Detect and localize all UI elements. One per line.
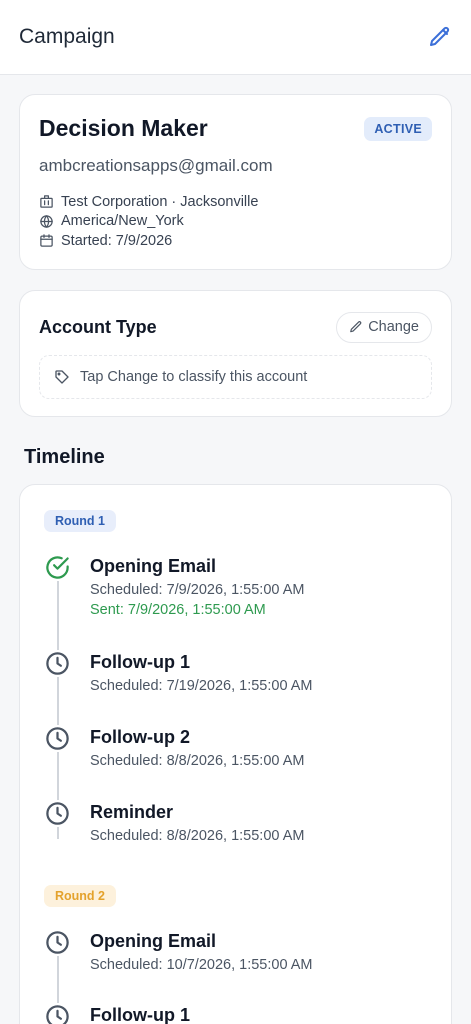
timeline-item: Follow-up 1 [44, 1003, 435, 1024]
change-account-type-button[interactable]: Change [336, 311, 432, 343]
timeline-item: Follow-up 1 Scheduled: 7/19/2026, 1:55:0… [44, 650, 435, 696]
timeline-item-title: Follow-up 1 [90, 652, 190, 672]
app-header: Campaign [0, 0, 471, 75]
company-row: Test Corporation · Jacksonville [39, 192, 432, 212]
timeline-item-title: Opening Email [90, 931, 217, 951]
timeline-item: Opening Email Scheduled: 7/9/2026, 1:55:… [44, 554, 435, 620]
timeline-item: Opening Email Scheduled: 10/7/2026, 1:55… [44, 929, 435, 975]
building-icon [40, 195, 53, 208]
clock-icon [44, 929, 71, 956]
timeline-card: Round 1 Opening Email Scheduled: 7/9/202… [19, 484, 452, 1024]
pencil-icon [350, 321, 362, 333]
timeline-item-title: Opening Email [90, 556, 217, 576]
edit-button[interactable] [427, 24, 453, 50]
timeline-title: Timeline [24, 446, 105, 468]
change-label: Change [368, 319, 419, 335]
contact-meta: Test Corporation · Jacksonville America/… [39, 192, 432, 251]
tag-icon [55, 370, 69, 384]
timezone-row: America/New_York [39, 212, 432, 232]
globe-icon [40, 215, 53, 228]
timeline-item: Follow-up 2 Scheduled: 8/8/2026, 1:55:00… [44, 725, 435, 771]
timeline-item-scheduled: Scheduled: 7/9/2026, 1:55:00 AM [90, 582, 305, 598]
timeline-item-scheduled: Scheduled: 8/8/2026, 1:55:00 AM [90, 753, 305, 769]
clock-icon [44, 650, 71, 677]
classify-placeholder: Tap Change to classify this account [39, 355, 432, 399]
timeline-item-scheduled: Scheduled: 7/19/2026, 1:55:00 AM [90, 678, 313, 694]
started-row: Started: 7/9/2026 [39, 231, 432, 251]
clock-icon [44, 800, 71, 827]
clock-icon [44, 1003, 71, 1024]
round-badge: Round 2 [44, 885, 116, 907]
contact-email: ambcreationsapps@gmail.com [39, 156, 273, 175]
clock-icon [44, 725, 71, 752]
timeline-item-title: Reminder [90, 802, 174, 822]
timeline-item-title: Follow-up 2 [90, 727, 190, 747]
timeline-item-title: Follow-up 1 [90, 1005, 190, 1024]
status-badge: ACTIVE [364, 116, 432, 141]
round-badge: Round 1 [44, 510, 116, 532]
timeline-item-scheduled: Scheduled: 10/7/2026, 1:55:00 AM [90, 957, 313, 973]
started-text: Started: 7/9/2026 [61, 232, 173, 249]
contact-name: Decision Maker [39, 115, 208, 141]
account-type-card: Account Type Change Tap Change to classi… [19, 290, 452, 417]
classify-text: Tap Change to classify this account [80, 369, 308, 385]
calendar-icon [40, 234, 53, 247]
contact-card: Decision Maker ACTIVE ambcreationsapps@g… [19, 94, 452, 270]
check-circle-icon [44, 554, 71, 581]
timezone-text: America/New_York [61, 213, 184, 230]
timeline-item: Reminder Scheduled: 8/8/2026, 1:55:00 AM [44, 800, 435, 846]
company-text: Test Corporation · Jacksonville [61, 193, 259, 210]
account-type-title: Account Type [39, 316, 157, 337]
timeline-item-scheduled: Scheduled: 8/8/2026, 1:55:00 AM [90, 828, 305, 844]
pencil-icon [430, 26, 450, 46]
page-title: Campaign [19, 25, 115, 48]
timeline-item-sent: Sent: 7/9/2026, 1:55:00 AM [90, 602, 266, 618]
